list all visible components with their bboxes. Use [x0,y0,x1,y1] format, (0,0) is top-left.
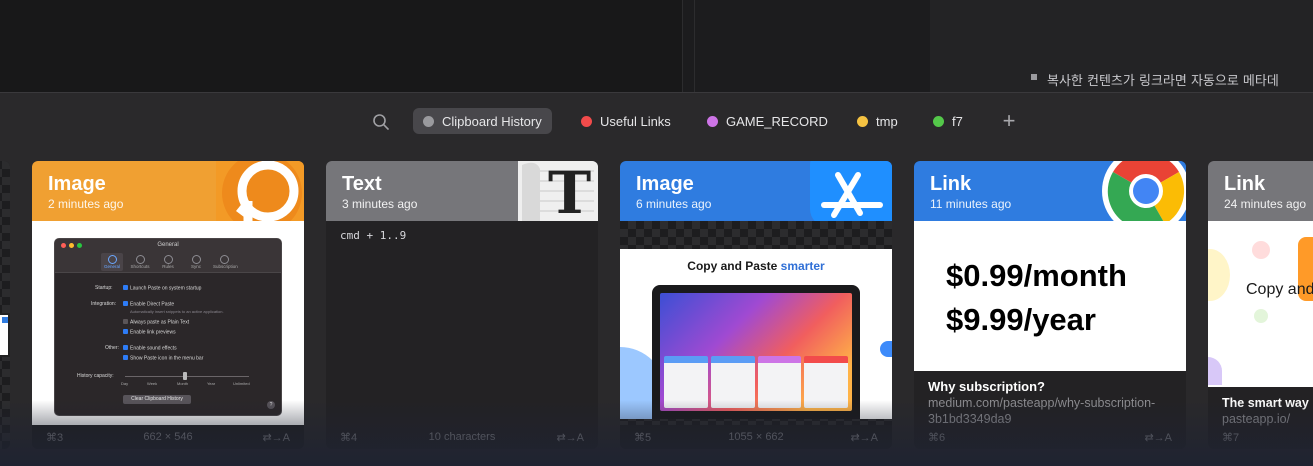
color-dot-icon [581,115,592,127]
paste-app-icon [216,161,304,221]
link-title: The smart way [1222,396,1309,410]
card-footer: ⌘4 10 characters ⇄→A [326,425,598,449]
settings-tab: General [101,253,123,271]
card-meta: 662 × 546 [143,431,193,443]
card-shortcut: ⌘3 [46,431,64,444]
settings-label: Startup: [95,285,113,291]
card-shortcut: ⌘6 [928,431,946,444]
textedit-icon: T [510,161,598,221]
settings-window-screenshot: General General Shortcuts Rules Sync Sub… [54,238,282,416]
app-store-icon [804,161,892,221]
text-content: cmd + 1..9 [340,229,407,242]
settings-tab: Shortcuts [129,253,151,271]
color-dot-icon [707,115,718,127]
card-footer: ⌘5 1055 × 662 ⇄→A [620,425,892,449]
card-header: Text 3 minutes ago T [326,161,598,221]
card-header: Link 11 minutes ago [914,161,1186,221]
card-meta: 10 characters [428,431,496,443]
clipboard-card-image[interactable]: Image 6 minutes ago Copy and Paste smart… [620,161,892,449]
settings-option: Show Paste icon in the menu bar [123,355,203,362]
capacity-mark: Day [121,381,129,386]
card-action: ⇄→A [850,431,878,444]
clipboard-card-image[interactable]: Image 2 minutes ago General General Shor… [32,161,304,449]
card-meta: 1055 × 662 [728,431,784,443]
card-action: ⇄→A [1144,431,1172,444]
settings-option: Enable Direct Paste [123,301,174,308]
link-title: Why subscription? [928,379,1045,394]
laptop-illustration [652,285,860,419]
settings-tab: Rules [157,253,179,271]
settings-title: General [157,242,179,248]
clear-history-button: Clear Clipboard History [123,395,191,404]
clipboard-card-link[interactable]: Link 24 minutes ago Copy and The smart w… [1208,161,1313,449]
link-preview [1208,221,1313,387]
clipboard-card-link[interactable]: Link 11 minutes ago $0.99/month $9.99/ye… [914,161,1186,449]
add-pinboard-button[interactable]: + [999,108,1019,134]
capacity-mark: Week [147,381,158,386]
card-action: ⇄→A [556,431,584,444]
card-header: Image 2 minutes ago [32,161,304,221]
note-bullet-text: 복사한 컨텐츠가 링크라면 자동으로 메타데 [1047,74,1279,89]
clipboard-card-text[interactable]: Text 3 minutes ago T cmd + 1..9 ⌘4 10 ch… [326,161,598,449]
slider-thumb [183,372,187,380]
pane-divider[interactable] [682,0,683,92]
link-url: pasteapp.io/ [1222,412,1291,426]
preview-line: $9.99/year [946,302,1096,337]
capacity-mark: Month [177,381,189,386]
link-url: medium.com/pasteapp/why-subscription-3b1… [928,396,1156,426]
color-dot-icon [423,115,434,127]
bullet-icon [1031,74,1037,80]
settings-option: Enable link previews [123,329,176,336]
card-type: Link [1224,173,1266,195]
color-dot-icon [857,115,868,127]
background-middle-pane [695,0,930,92]
settings-tab: Sync [185,253,207,271]
tab-label: GAME_RECORD [726,113,828,129]
card-footer: ⌘7 [1208,425,1313,449]
help-icon: ? [267,401,275,409]
tab-useful-links[interactable]: Useful Links [571,108,681,134]
link-preview: $0.99/month $9.99/year [914,221,1186,371]
tab-label: f7 [952,113,963,129]
tab-label: tmp [876,113,898,129]
settings-option: Always paste as Plain Text [123,319,189,326]
settings-hint: Automatically insert snippets to an acti… [130,309,224,314]
card-action: ⇄→A [262,431,290,444]
card-footer: ⌘3 662 × 546 ⇄→A [32,425,304,449]
background-editor-pane [0,0,682,92]
tab-f7[interactable]: f7 [923,108,973,134]
settings-label: History capacity: [77,373,114,379]
card-shortcut: ⌘5 [634,431,652,444]
tab-clipboard-history[interactable]: Clipboard History [413,108,552,134]
card-footer: ⌘6 ⇄→A [914,425,1186,449]
clipboard-card[interactable] [0,161,10,449]
tab-label: Clipboard History [442,113,542,129]
search-icon[interactable] [372,113,390,131]
card-shortcut: ⌘7 [1222,431,1240,444]
settings-option: Launch Paste on system startup [123,285,201,292]
capacity-slider [125,376,249,377]
card-header: Link 24 minutes ago [1208,161,1313,221]
card-time: 24 minutes ago [1224,197,1307,211]
decor-shape [880,341,892,357]
tab-game-record[interactable]: GAME_RECORD [697,108,838,134]
chrome-icon [1098,161,1186,221]
image-heading: Copy and Paste smarter [687,259,825,273]
tab-tmp[interactable]: tmp [847,108,908,134]
settings-label: Integration: [91,301,117,307]
svg-text:T: T [548,161,591,221]
color-dot-icon [933,115,944,127]
screen: 복사한 컨텐츠가 링크라면 자동으로 메타데 Clipboard History… [0,0,1313,466]
tab-label: Useful Links [600,113,671,129]
capacity-mark: Year [207,381,216,386]
card-header: Image 6 minutes ago [620,161,892,221]
capacity-mark: Unlimited [233,381,250,386]
card-shortcut: ⌘4 [340,431,358,444]
preview-line: $0.99/month [946,258,1127,293]
settings-label: Other: [105,345,119,351]
settings-tab: Subscription [213,253,238,271]
settings-option: Enable sound effects [123,345,177,352]
preview-text: Copy and [1246,281,1313,298]
